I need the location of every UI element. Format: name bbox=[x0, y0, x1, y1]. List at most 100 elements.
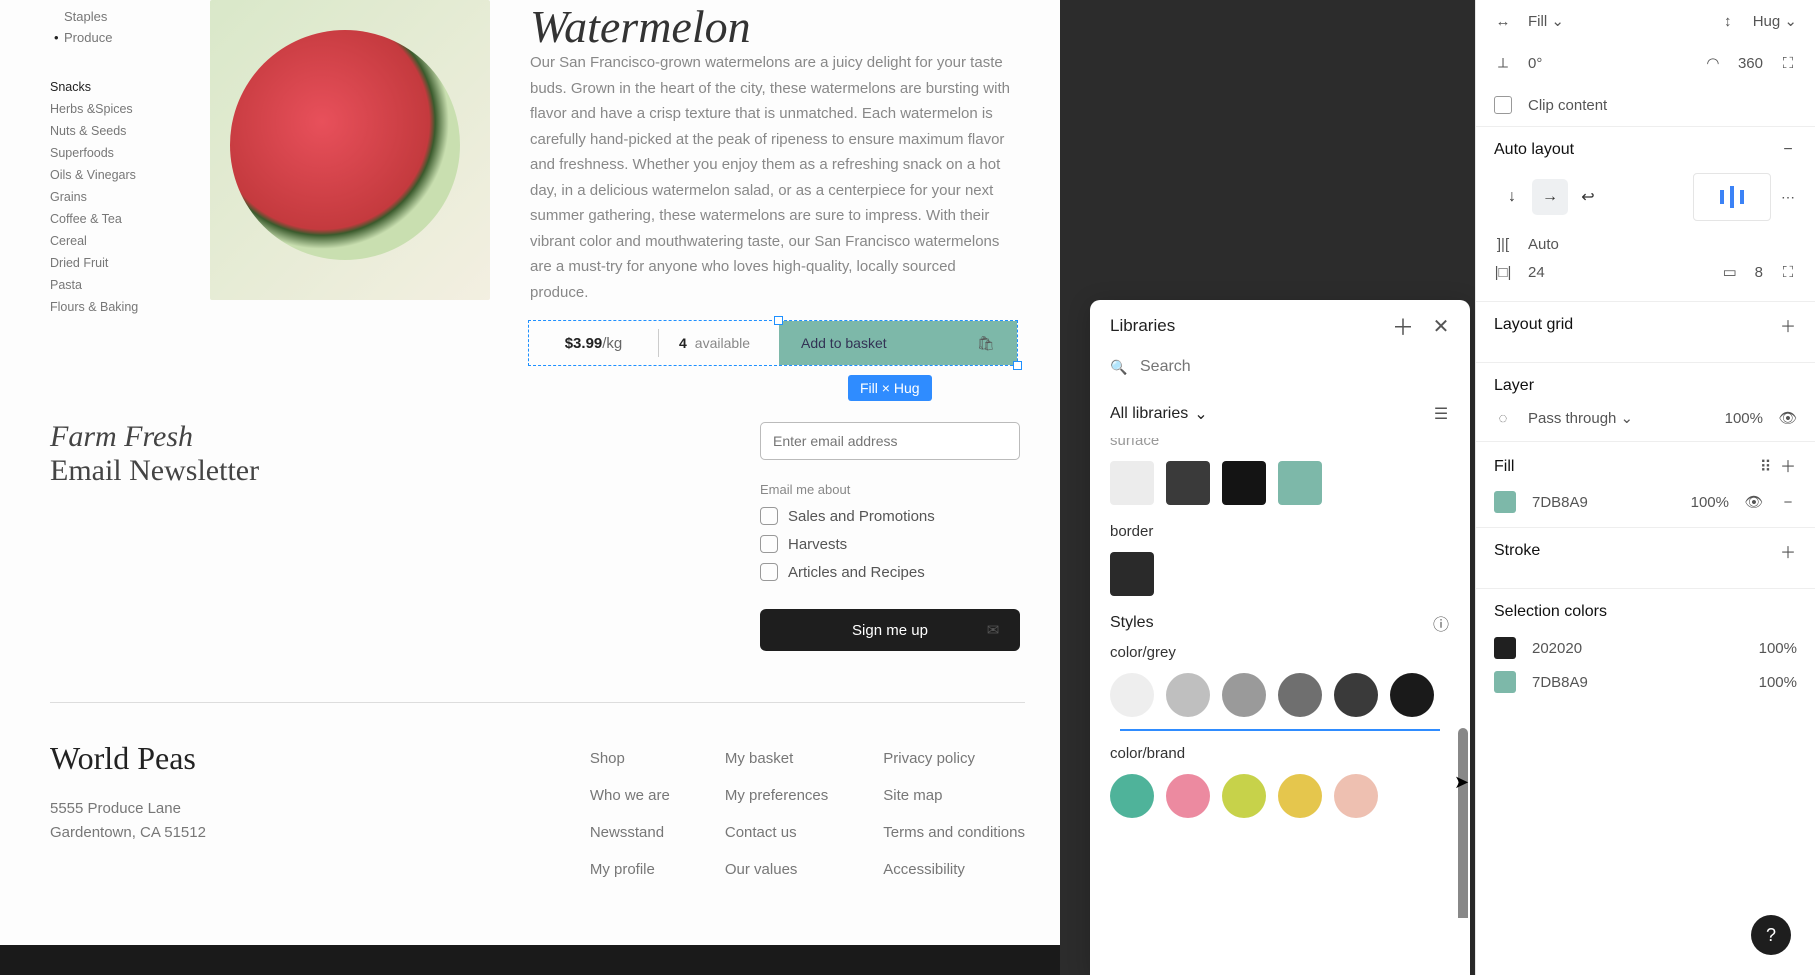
nav-item[interactable]: Superfoods bbox=[50, 142, 200, 164]
nav-item[interactable]: Oils & Vinegars bbox=[50, 164, 200, 186]
help-button[interactable]: ? bbox=[1751, 915, 1791, 955]
design-canvas[interactable]: StaplesProduce SnacksHerbs &SpicesNuts &… bbox=[0, 0, 1090, 960]
footer-link[interactable]: Newsstand bbox=[590, 814, 670, 851]
footer-link[interactable]: Our values bbox=[725, 851, 828, 888]
direction-wrap-button[interactable]: ↩ bbox=[1570, 179, 1606, 215]
selection-color-row[interactable]: 202020100% bbox=[1494, 631, 1797, 665]
clip-content-checkbox[interactable] bbox=[1494, 96, 1512, 114]
plus-icon[interactable]: ＋ bbox=[1779, 316, 1797, 334]
newsletter-option[interactable]: Articles and Recipes bbox=[760, 563, 1020, 581]
resize-v-dropdown[interactable]: Hug ⌄ bbox=[1753, 12, 1797, 30]
color-swatch[interactable] bbox=[1110, 461, 1154, 505]
envelope-icon: ✉ bbox=[984, 621, 1002, 639]
nav-item[interactable]: Flours & Baking bbox=[50, 296, 200, 318]
color-swatch[interactable] bbox=[1222, 461, 1266, 505]
footer-link[interactable]: Site map bbox=[883, 777, 1025, 814]
styles-heading: Styles bbox=[1110, 614, 1154, 632]
color-swatch[interactable] bbox=[1334, 673, 1378, 717]
info-icon[interactable]: ⓘ bbox=[1432, 614, 1450, 632]
color-swatch[interactable] bbox=[1390, 673, 1434, 717]
color-swatch[interactable] bbox=[1494, 637, 1516, 659]
nav-item[interactable]: Nuts & Seeds bbox=[50, 120, 200, 142]
padding-v-input[interactable]: 8 bbox=[1755, 264, 1763, 281]
footer-link[interactable]: Shop bbox=[590, 740, 670, 777]
color-swatch[interactable] bbox=[1166, 673, 1210, 717]
group-border-label: border bbox=[1110, 523, 1450, 540]
libraries-scrollbar[interactable] bbox=[1458, 728, 1468, 918]
plus-icon[interactable]: ＋ bbox=[1394, 317, 1412, 335]
alignment-preview[interactable] bbox=[1693, 173, 1771, 221]
nav-item[interactable]: Pasta bbox=[50, 274, 200, 296]
footer-link[interactable]: Accessibility bbox=[883, 851, 1025, 888]
color-swatch[interactable] bbox=[1334, 774, 1378, 818]
direction-vertical-button[interactable]: ↓ bbox=[1494, 179, 1530, 215]
fill-hex-input[interactable]: 7DB8A9 bbox=[1532, 494, 1588, 511]
styles-icon[interactable]: ⠿ bbox=[1757, 458, 1775, 476]
price-bar-selection[interactable]: $3.99/kg 4available Add to basket 🛍 bbox=[528, 320, 1018, 366]
eye-icon[interactable]: 👁 bbox=[1745, 493, 1763, 511]
footer-divider bbox=[50, 702, 1025, 703]
color-swatch[interactable] bbox=[1166, 461, 1210, 505]
group-surface-label: surface bbox=[1110, 438, 1450, 449]
color-swatch[interactable] bbox=[1110, 552, 1154, 596]
nav-item[interactable]: Produce bbox=[50, 27, 200, 48]
nav-item[interactable]: Dried Fruit bbox=[50, 252, 200, 274]
email-input[interactable] bbox=[760, 422, 1020, 460]
email-about-label: Email me about bbox=[760, 482, 1020, 497]
footer-link[interactable]: Terms and conditions bbox=[883, 814, 1025, 851]
more-icon[interactable]: ⋯ bbox=[1779, 188, 1797, 206]
nav-item[interactable]: Coffee & Tea bbox=[50, 208, 200, 230]
plus-icon[interactable]: ＋ bbox=[1779, 542, 1797, 560]
independent-padding-icon[interactable]: ⛶ bbox=[1779, 263, 1797, 281]
sign-up-button[interactable]: Sign me up ✉ bbox=[760, 609, 1020, 651]
minus-icon[interactable]: − bbox=[1779, 493, 1797, 511]
checkbox[interactable] bbox=[760, 535, 778, 553]
nav-item[interactable]: Grains bbox=[50, 186, 200, 208]
footer-link[interactable]: Contact us bbox=[725, 814, 828, 851]
independent-corners-icon[interactable]: ⛶ bbox=[1779, 54, 1797, 72]
color-swatch[interactable] bbox=[1494, 671, 1516, 693]
fill-swatch[interactable] bbox=[1494, 491, 1516, 513]
layer-opacity-input[interactable]: 100% bbox=[1725, 410, 1763, 427]
checkbox[interactable] bbox=[760, 563, 778, 581]
plus-icon[interactable]: ＋ bbox=[1779, 456, 1797, 474]
footer-link[interactable]: My profile bbox=[590, 851, 670, 888]
corner-radius-input[interactable]: 360 bbox=[1738, 55, 1763, 72]
color-swatch[interactable] bbox=[1110, 774, 1154, 818]
selection-color-row[interactable]: 7DB8A9100% bbox=[1494, 665, 1797, 699]
spacing-input[interactable]: Auto bbox=[1528, 236, 1559, 253]
color-swatch[interactable] bbox=[1222, 673, 1266, 717]
color-swatch[interactable] bbox=[1110, 673, 1154, 717]
color-swatch[interactable] bbox=[1166, 774, 1210, 818]
checkbox[interactable] bbox=[760, 507, 778, 525]
footer-link[interactable]: Who we are bbox=[590, 777, 670, 814]
color-swatch[interactable] bbox=[1278, 461, 1322, 505]
color-swatch[interactable] bbox=[1278, 673, 1322, 717]
fill-opacity-input[interactable]: 100% bbox=[1691, 494, 1729, 511]
close-icon[interactable]: ✕ bbox=[1432, 317, 1450, 335]
resize-h-dropdown[interactable]: Fill ⌄ bbox=[1528, 12, 1564, 30]
nav-item[interactable]: Herbs &Spices bbox=[50, 98, 200, 120]
newsletter-option[interactable]: Harvests bbox=[760, 535, 1020, 553]
add-to-basket-button[interactable]: Add to basket 🛍 bbox=[779, 321, 1017, 365]
padding-h-input[interactable]: 24 bbox=[1528, 264, 1545, 281]
inspector-panel: ↔ Fill ⌄ ↕ Hug ⌄ ⟂ 0° ◠ 360 ⛶ Clip conte… bbox=[1475, 0, 1815, 975]
nav-item[interactable]: Cereal bbox=[50, 230, 200, 252]
list-view-icon[interactable]: ☰ bbox=[1432, 405, 1450, 423]
blend-mode-dropdown[interactable]: Pass through ⌄ bbox=[1528, 409, 1633, 427]
newsletter-option[interactable]: Sales and Promotions bbox=[760, 507, 1020, 525]
libraries-search-input[interactable] bbox=[1140, 358, 1450, 376]
nav-item[interactable]: Staples bbox=[50, 6, 200, 27]
all-libraries-dropdown[interactable]: All libraries⌄ ☰ bbox=[1090, 390, 1470, 438]
direction-horizontal-button[interactable]: → bbox=[1532, 179, 1568, 215]
rotation-input[interactable]: 0° bbox=[1528, 55, 1542, 72]
footer-link[interactable]: Privacy policy bbox=[883, 740, 1025, 777]
minus-icon[interactable]: − bbox=[1779, 141, 1797, 159]
color-swatch[interactable] bbox=[1222, 774, 1266, 818]
eye-icon[interactable]: 👁 bbox=[1779, 409, 1797, 427]
color-swatch[interactable] bbox=[1278, 774, 1322, 818]
product-image bbox=[210, 0, 490, 300]
footer-link[interactable]: My preferences bbox=[725, 777, 828, 814]
availability-cell: 4available bbox=[659, 321, 779, 365]
footer-link[interactable]: My basket bbox=[725, 740, 828, 777]
